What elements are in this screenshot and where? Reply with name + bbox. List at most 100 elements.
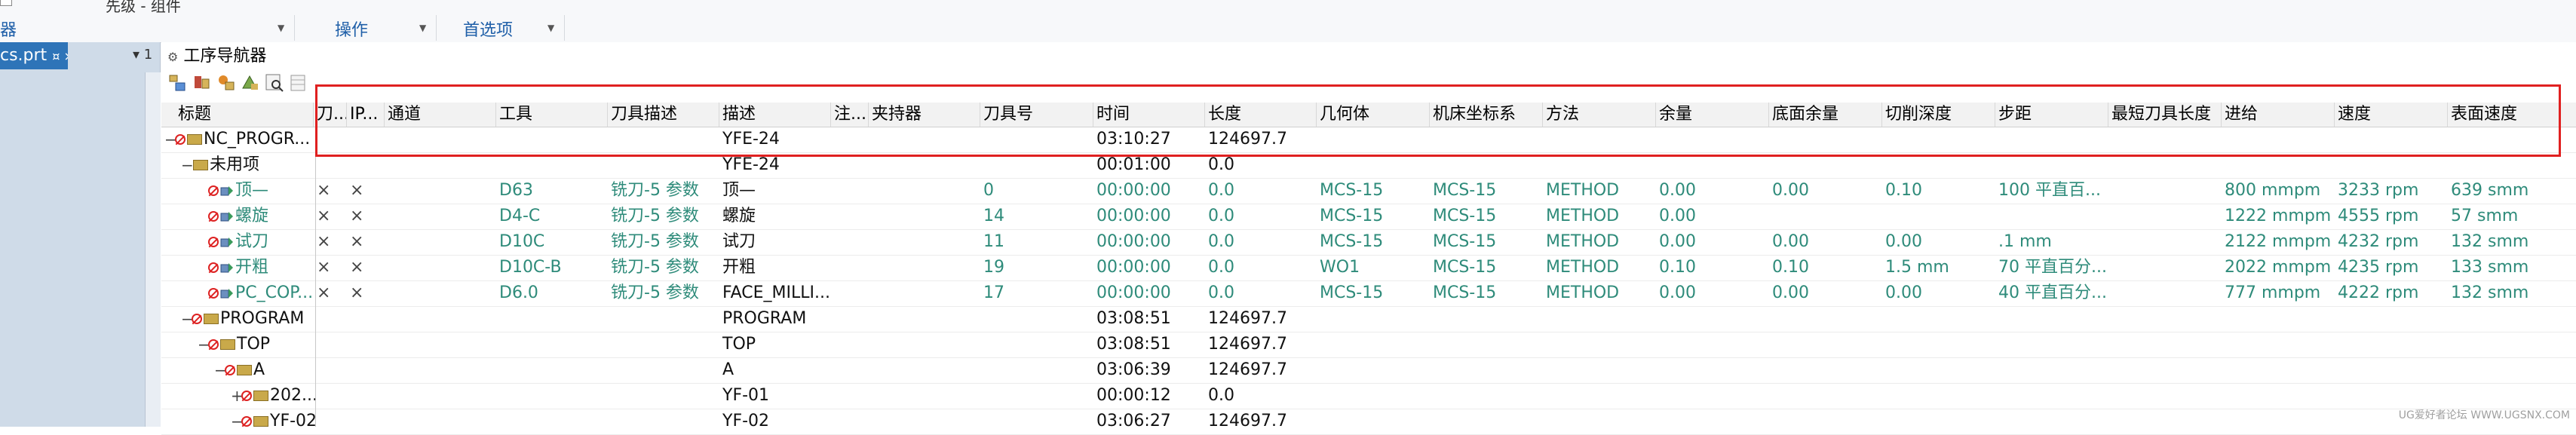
tree-node[interactable]: − A bbox=[214, 357, 265, 383]
table-row[interactable]: − 未用项 YFE-24 00:01:00 0.0 bbox=[161, 152, 2576, 179]
collapse-icon[interactable]: − bbox=[181, 306, 194, 332]
chevron-down-icon[interactable]: ▼ bbox=[419, 23, 426, 33]
ribbon-group-operations[interactable]: 操作 bbox=[335, 17, 368, 41]
tree-node[interactable]: − NC_PROGR... bbox=[164, 127, 310, 152]
tree-node[interactable]: − YF-02 bbox=[231, 409, 317, 434]
table-row[interactable]: PC_COP... × × D6.0 铣刀-5 参数 FACE_MILLI... 17 00:… bbox=[161, 280, 2576, 307]
ribbon-group-preferences[interactable]: 首选项 bbox=[463, 17, 513, 41]
table-view-icon[interactable] bbox=[288, 72, 309, 93]
machine-tool-view-icon[interactable] bbox=[192, 72, 213, 93]
tool-number-cell: 19 bbox=[983, 258, 1004, 277]
tree-node[interactable]: PC_COP... bbox=[198, 280, 313, 306]
tree-node[interactable]: 螺旋 bbox=[198, 204, 268, 229]
collapse-icon[interactable]: − bbox=[164, 127, 177, 152]
expand-icon[interactable]: + bbox=[231, 383, 244, 409]
col-header-time[interactable]: 时间 bbox=[1093, 103, 1205, 127]
table-row[interactable]: − A A 03:06:39 124697.7 bbox=[161, 357, 2576, 384]
tree-node[interactable]: 试刀 bbox=[198, 229, 268, 255]
tool-desc-cell bbox=[608, 383, 719, 409]
tree-node[interactable]: 顶— bbox=[198, 178, 268, 204]
document-tab[interactable]: cs.prt ¤ × bbox=[0, 42, 68, 69]
ribbon-group-left[interactable]: 器 bbox=[0, 17, 17, 41]
col-header-desc[interactable]: 描述 bbox=[719, 103, 831, 127]
ipw-cell: × bbox=[350, 258, 364, 277]
col-header-stepover[interactable]: 步距 bbox=[1995, 103, 2108, 127]
col-header-channel[interactable]: 通道 bbox=[385, 103, 496, 127]
table-row[interactable]: 顶— × × D63 铣刀-5 参数 顶— 0 00:00:00 0.0 MCS-15 MCS-15… bbox=[161, 178, 2576, 204]
surface-speed-cell bbox=[2448, 383, 2576, 409]
surface-speed-cell bbox=[2448, 152, 2576, 178]
cut-depth-cell bbox=[1882, 383, 1995, 409]
time-cell: 00:00:00 bbox=[1096, 232, 1171, 251]
length-cell: 124697.7 bbox=[1208, 360, 1287, 379]
navigator-title: 工序导航器 bbox=[183, 47, 267, 66]
ipw-cell: × bbox=[350, 181, 364, 200]
col-header-speed[interactable]: 速度 bbox=[2335, 103, 2448, 127]
program-order-view-icon[interactable] bbox=[167, 72, 189, 93]
table-row[interactable]: − YF-02 YF-02 03:06:27 124697.7 bbox=[161, 409, 2576, 435]
tree-node[interactable]: − TOP bbox=[198, 332, 270, 357]
tree-node[interactable]: − PROGRAM bbox=[181, 306, 304, 332]
col-header-ipw[interactable]: IP... bbox=[347, 103, 385, 127]
col-header-cut-depth[interactable]: 切削深度 bbox=[1882, 103, 1995, 127]
col-header-surface-speed[interactable]: 表面速度 bbox=[2448, 103, 2576, 127]
tool-number-cell bbox=[980, 127, 1093, 152]
status-regenerate-icon bbox=[225, 365, 235, 375]
col-header-feed[interactable]: 进给 bbox=[2222, 103, 2335, 127]
collapse-icon[interactable]: − bbox=[214, 357, 227, 383]
col-header-note[interactable]: 注... bbox=[831, 103, 869, 127]
machining-method-view-icon[interactable] bbox=[240, 72, 261, 93]
tree-node[interactable]: − 未用项 bbox=[181, 152, 259, 178]
col-header-title[interactable]: 标题 bbox=[175, 103, 314, 127]
close-icon[interactable]: ¤ × bbox=[52, 49, 68, 63]
tool-change-cell bbox=[314, 357, 347, 383]
tree-node[interactable]: 开粗 bbox=[198, 255, 268, 280]
ribbon-checkbox[interactable] bbox=[0, 0, 12, 6]
chevron-down-icon[interactable]: ▼ bbox=[278, 23, 284, 33]
col-header-floor-stock[interactable]: 底面余量 bbox=[1769, 103, 1882, 127]
table-row[interactable]: − PROGRAM PROGRAM 03:08:51 124697.7 bbox=[161, 306, 2576, 332]
chevron-down-icon[interactable]: ▼ bbox=[547, 23, 554, 33]
table-row[interactable]: 螺旋 × × D4-C 铣刀-5 参数 螺旋 14 00:00:00 0.0 MCS-15 MCS-… bbox=[161, 204, 2576, 230]
tool-number-cell bbox=[980, 306, 1093, 332]
table-row[interactable]: +202... YF-01 00:00:12 0.0 bbox=[161, 383, 2576, 409]
table-row[interactable]: 开粗 × × D10C-B 铣刀-5 参数 开粗 19 00:00:00 0.0 WO1 MCS-1… bbox=[161, 255, 2576, 281]
tool-change-cell bbox=[314, 409, 347, 434]
tool-cell bbox=[496, 383, 608, 409]
collapse-icon[interactable]: − bbox=[198, 332, 210, 357]
col-header-min-tool-length[interactable]: 最短刀具长度 bbox=[2108, 103, 2222, 127]
tool-desc-cell bbox=[608, 127, 719, 152]
col-header-mcs[interactable]: 机床坐标系 bbox=[1430, 103, 1543, 127]
time-cell: 00:00:12 bbox=[1096, 386, 1171, 405]
mcs-cell: MCS-15 bbox=[1433, 258, 1497, 277]
length-cell: 0.0 bbox=[1208, 155, 1234, 174]
floor-stock-cell: 0.00 bbox=[1772, 232, 1809, 251]
collapse-icon[interactable]: − bbox=[231, 409, 244, 434]
col-header-tool-desc[interactable]: 刀具描述 bbox=[608, 103, 719, 127]
stepover-cell bbox=[1995, 127, 2108, 152]
time-cell: 00:00:00 bbox=[1096, 258, 1171, 277]
table-row[interactable]: − NC_PROGR... YFE-24 03:10:27 124697.7 bbox=[161, 127, 2576, 153]
col-header-tool[interactable]: 工具 bbox=[496, 103, 608, 127]
col-header-method[interactable]: 方法 bbox=[1543, 103, 1656, 127]
tree-node[interactable]: +202... bbox=[231, 383, 317, 409]
geometry-cell: MCS-15 bbox=[1320, 207, 1384, 225]
table-row[interactable]: 试刀 × × D10C 铣刀-5 参数 试刀 11 00:00:00 0.0 MCS-15 MCS-… bbox=[161, 229, 2576, 256]
length-cell: 0.0 bbox=[1208, 232, 1234, 251]
collapse-icon[interactable]: − bbox=[181, 152, 194, 178]
col-header-length[interactable]: 长度 bbox=[1205, 103, 1317, 127]
tool-change-cell bbox=[314, 152, 347, 178]
table-row[interactable]: − TOP TOP 03:08:51 124697.7 bbox=[161, 332, 2576, 358]
col-header-tool-number[interactable]: 刀具号 bbox=[980, 103, 1093, 127]
col-header-stock[interactable]: 余量 bbox=[1656, 103, 1769, 127]
find-object-icon[interactable] bbox=[264, 72, 285, 93]
stepover-cell: 100 平直百... bbox=[1998, 181, 2101, 200]
col-header-holder[interactable]: 夹持器 bbox=[869, 103, 980, 127]
speed-cell bbox=[2335, 306, 2448, 332]
geometry-view-icon[interactable] bbox=[216, 72, 237, 93]
method-cell bbox=[1543, 383, 1656, 409]
tab-counter[interactable]: ▾ 1 bbox=[133, 47, 152, 63]
col-header-geometry[interactable]: 几何体 bbox=[1317, 103, 1430, 127]
col-header-tool-change[interactable]: 刀... bbox=[314, 103, 347, 127]
ribbon-bar: 先级 - 组件 器 ▼ 操作 ▼ 首选项 ▼ bbox=[0, 0, 2576, 43]
